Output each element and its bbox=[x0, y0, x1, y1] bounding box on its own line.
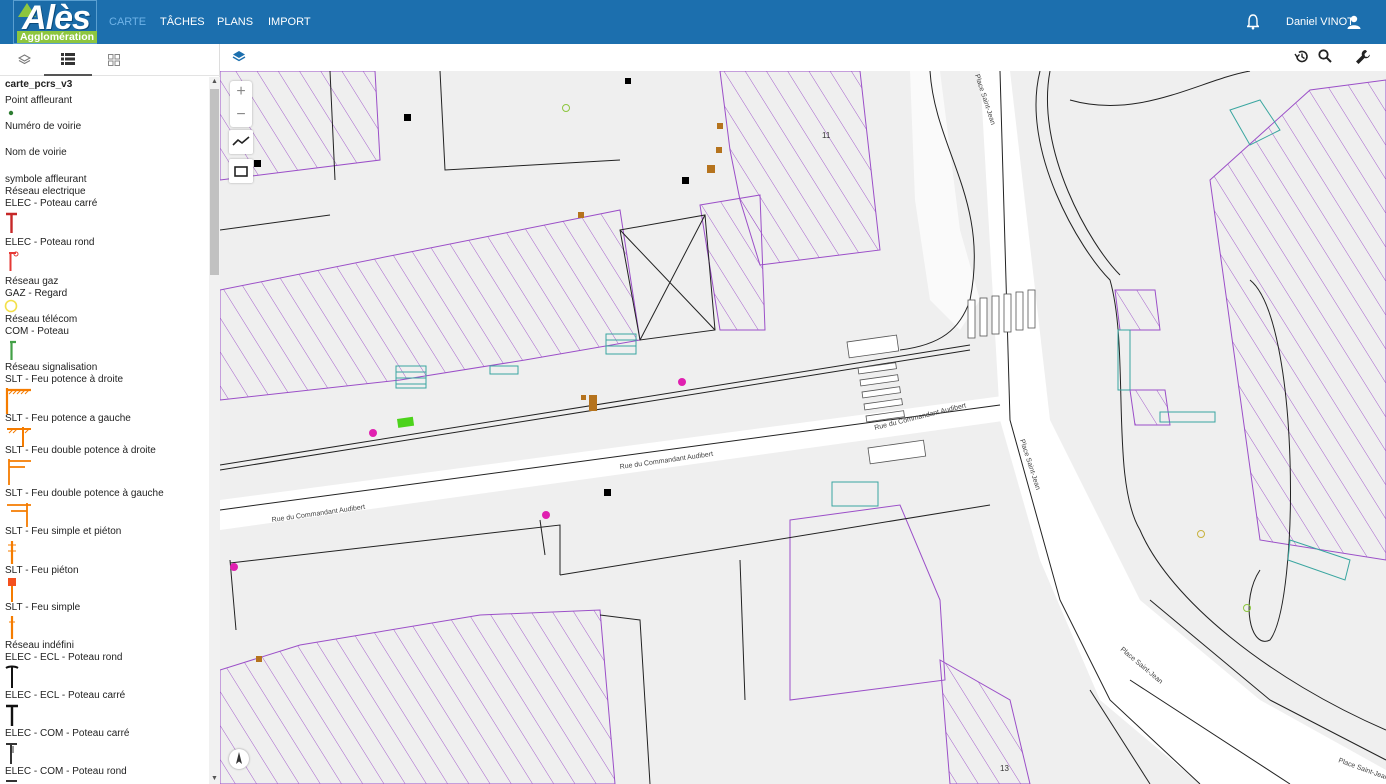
map-toolbar bbox=[220, 44, 1386, 71]
layers-icon bbox=[17, 53, 31, 64]
nav-carte[interactable]: CARTE bbox=[109, 0, 146, 44]
slt-feu-pieton-icon bbox=[8, 578, 16, 602]
history-icon[interactable] bbox=[1294, 49, 1309, 64]
legend-item: Numéro de voirie bbox=[5, 121, 82, 132]
slt-feu-simple-pieton-icon bbox=[8, 541, 16, 564]
bell-icon[interactable] bbox=[1247, 14, 1259, 30]
legend-item: SLT - Feu double potence à droite bbox=[5, 445, 156, 456]
legend-item: GAZ - Regard bbox=[5, 288, 68, 299]
zoom-out-button[interactable]: − bbox=[230, 104, 252, 127]
compass-icon bbox=[236, 752, 242, 764]
map-canvas[interactable]: 11 13 Rue du Commandant Audibert Rue du … bbox=[220, 71, 1386, 784]
map-drawing: 11 13 Rue du Commandant Audibert Rue du … bbox=[220, 71, 1386, 784]
elec-poteau-carre-icon bbox=[6, 212, 17, 233]
zoom-control: + − bbox=[230, 81, 252, 127]
nav-taches[interactable]: TÂCHES bbox=[160, 0, 205, 44]
elec-ecl-poteau-carre-icon bbox=[6, 704, 18, 726]
legend-item: SLT - Feu piéton bbox=[5, 565, 79, 576]
scrollbar-thumb[interactable] bbox=[210, 89, 219, 275]
elec-poteau-rond-icon bbox=[9, 251, 19, 271]
layers-icon[interactable] bbox=[232, 50, 246, 64]
user-icon[interactable] bbox=[1347, 15, 1361, 29]
search-icon[interactable] bbox=[1318, 49, 1332, 64]
user-name[interactable]: Daniel VINOT bbox=[1286, 0, 1354, 44]
building-number: 11 bbox=[822, 131, 831, 140]
legend-item: Réseau electrique bbox=[5, 186, 86, 197]
slt-feu-double-potence-gauche-icon bbox=[7, 503, 31, 527]
elec-com-poteau-carre-icon bbox=[6, 743, 17, 764]
grid-icon bbox=[108, 54, 120, 66]
legend-scrollbar[interactable]: ▲ ▼ bbox=[209, 77, 220, 784]
legend-title: carte_pcrs_v3 bbox=[5, 79, 73, 90]
legend-item: Réseau indéfini bbox=[5, 640, 74, 651]
panel-tabs bbox=[0, 44, 220, 76]
legend-list: carte_pcrs_v3 Point affleurant Numéro de… bbox=[0, 77, 209, 784]
tab-grid[interactable] bbox=[90, 44, 138, 76]
logo-subtext: Agglomération bbox=[17, 31, 97, 43]
ales-logo[interactable]: Alès Agglomération bbox=[13, 0, 97, 44]
legend-item: SLT - Feu simple et piéton bbox=[5, 526, 122, 537]
layers-panel: carte_pcrs_v3 Point affleurant Numéro de… bbox=[0, 44, 220, 784]
wrench-icon[interactable] bbox=[1355, 49, 1371, 65]
scroll-down-icon[interactable]: ▼ bbox=[209, 774, 220, 784]
polyline-icon bbox=[232, 136, 250, 146]
rectangle-icon bbox=[234, 166, 248, 177]
legend-item: Nom de voirie bbox=[5, 147, 67, 158]
legend-item: ELEC - Poteau rond bbox=[5, 237, 95, 248]
legend-item: Réseau télécom bbox=[5, 314, 78, 325]
legend-item: ELEC - COM - Poteau carré bbox=[5, 728, 130, 739]
point-affleurant-icon bbox=[8, 110, 14, 116]
tab-layers[interactable] bbox=[0, 44, 48, 76]
legend-item: ELEC - Poteau carré bbox=[5, 198, 98, 209]
scroll-up-icon[interactable]: ▲ bbox=[209, 77, 220, 87]
legend-item: ELEC - COM - Poteau rond bbox=[5, 766, 127, 777]
legend-item: SLT - Feu potence à droite bbox=[5, 374, 124, 385]
com-poteau-icon bbox=[10, 340, 16, 360]
legend-item: Réseau gaz bbox=[5, 276, 59, 287]
nav-import[interactable]: IMPORT bbox=[268, 0, 311, 44]
north-arrow-button[interactable] bbox=[229, 749, 249, 769]
building-number: 13 bbox=[1000, 764, 1009, 773]
tab-legend[interactable] bbox=[44, 44, 92, 76]
nav-plans[interactable]: PLANS bbox=[217, 0, 253, 44]
gaz-regard-icon bbox=[4, 299, 18, 313]
legend-list-icon bbox=[61, 53, 75, 65]
zoom-in-button[interactable]: + bbox=[230, 81, 252, 104]
legend-item: Point affleurant bbox=[5, 95, 73, 106]
legend-item: SLT - Feu simple bbox=[5, 602, 81, 613]
legend-item: SLT - Feu potence a gauche bbox=[5, 413, 131, 424]
legend-item: symbole affleurant bbox=[5, 174, 87, 185]
elec-ecl-poteau-rond-icon bbox=[5, 665, 19, 688]
legend-item: SLT - Feu double potence à gauche bbox=[5, 488, 164, 499]
measure-line-button[interactable] bbox=[229, 130, 253, 154]
top-navigation-bar: Alès Agglomération CARTE TÂCHES PLANS IM… bbox=[0, 0, 1386, 44]
legend-item: COM - Poteau bbox=[5, 326, 69, 337]
draw-rectangle-button[interactable] bbox=[229, 159, 253, 183]
legend-item: Réseau signalisation bbox=[5, 362, 98, 373]
elec-com-poteau-rond-icon bbox=[6, 780, 17, 782]
slt-feu-double-potence-droite-icon bbox=[8, 459, 31, 485]
slt-feu-simple-icon bbox=[9, 616, 15, 639]
slt-feu-potence-droite-icon bbox=[5, 388, 31, 414]
legend-item: ELEC - ECL - Poteau rond bbox=[5, 652, 123, 663]
legend-item: ELEC - ECL - Poteau carré bbox=[5, 690, 126, 701]
